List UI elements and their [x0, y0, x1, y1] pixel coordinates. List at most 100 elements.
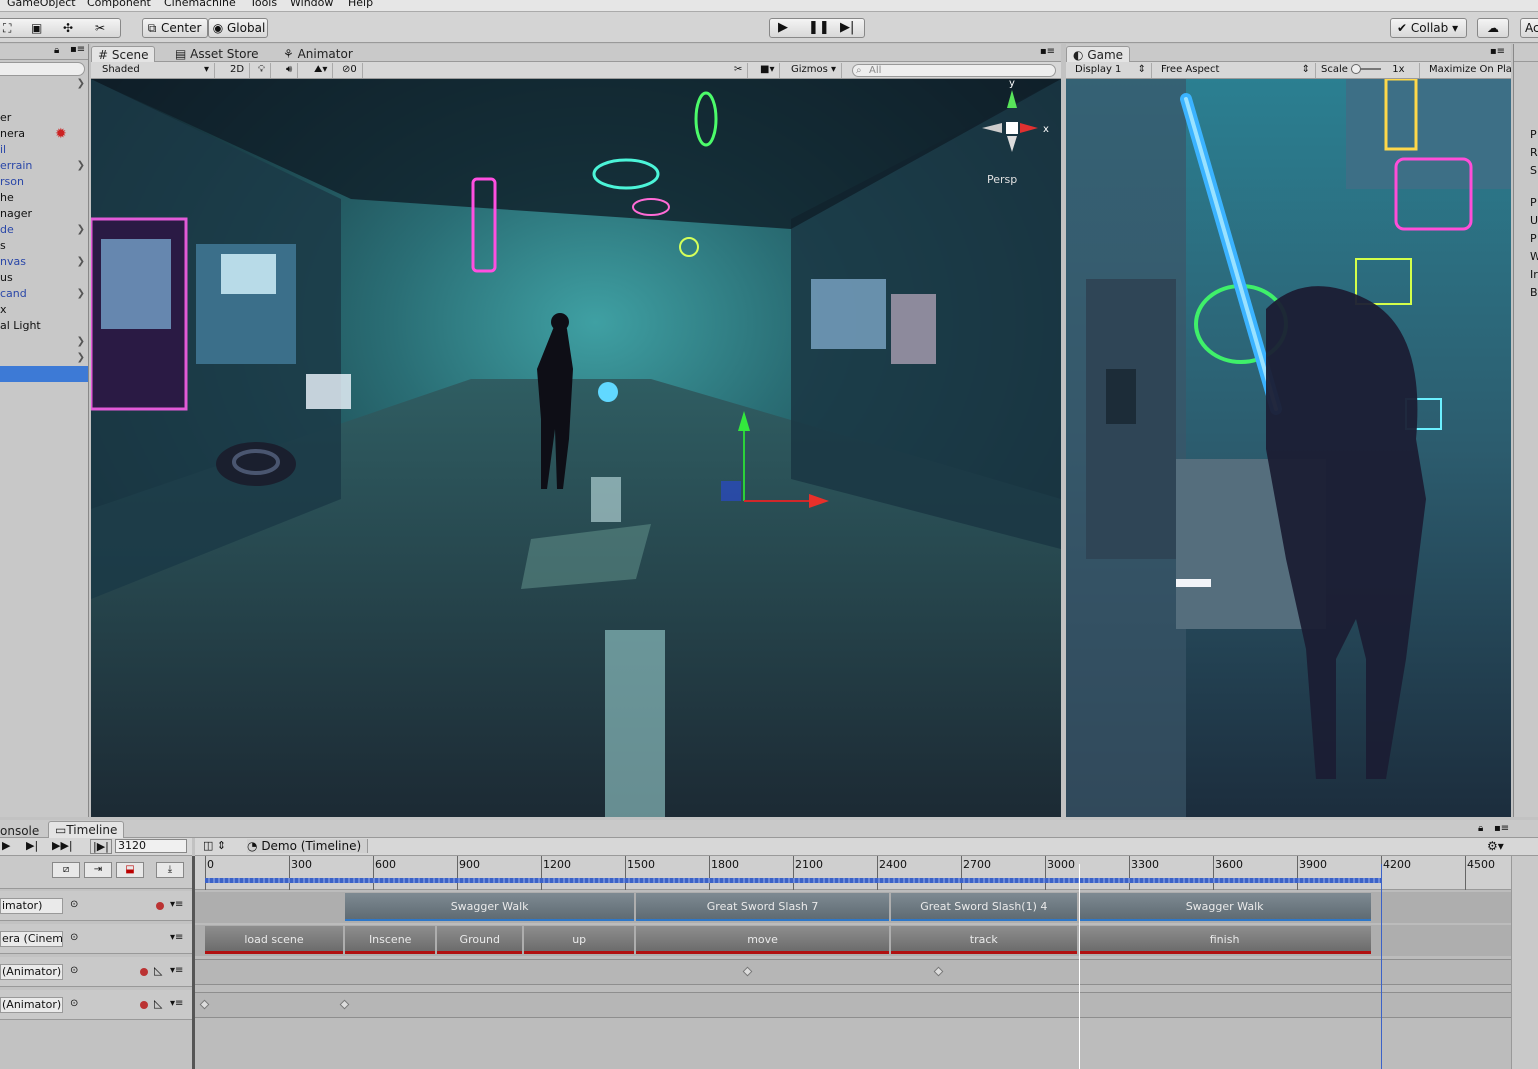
- menu-gameobject[interactable]: GameObject: [7, 0, 76, 9]
- cinemachine-shot-clip[interactable]: finish: [1078, 926, 1371, 954]
- rect-tool-icon[interactable]: ▣: [31, 19, 42, 37]
- menu-window[interactable]: Window: [290, 0, 333, 9]
- chevron-right-icon[interactable]: ❯: [77, 222, 85, 238]
- hierarchy-item[interactable]: cand ❯: [0, 286, 88, 302]
- hierarchy-item[interactable]: nager: [0, 206, 88, 222]
- record-icon[interactable]: [156, 902, 164, 910]
- track-header-cinemachine[interactable]: era (Cinem ⊙ ▾≡: [0, 924, 192, 954]
- animation-clip[interactable]: Great Sword Slash 7: [636, 893, 889, 921]
- transform-tool-icon[interactable]: ✣: [63, 19, 73, 37]
- hierarchy-item[interactable]: nera: [0, 126, 88, 142]
- chevron-right-icon[interactable]: ❯: [77, 78, 85, 89]
- snap-button[interactable]: ⤓: [156, 862, 184, 878]
- hierarchy-item[interactable]: de ❯: [0, 222, 88, 238]
- play-range-toggle[interactable]: |▶|: [90, 839, 112, 854]
- persp-label[interactable]: Persp: [987, 173, 1017, 186]
- chevron-right-icon[interactable]: ❯: [77, 158, 85, 174]
- target-icon[interactable]: ⊙: [70, 899, 78, 910]
- timeline-scrollbar[interactable]: [1511, 856, 1538, 1069]
- scale-tool-icon[interactable]: ⛶: [3, 19, 11, 37]
- curves-icon[interactable]: ◺: [154, 997, 162, 1010]
- track-binding-field[interactable]: era (Cinem: [0, 931, 63, 947]
- cinemachine-shot-clip[interactable]: load scene: [205, 926, 343, 954]
- target-icon[interactable]: ⊙: [70, 998, 78, 1009]
- timeline-menu-icon[interactable]: ▪≡: [1494, 823, 1509, 834]
- target-icon[interactable]: ⊙: [70, 965, 78, 976]
- hierarchy-item[interactable]: ❯: [0, 350, 88, 366]
- gizmos-dropdown[interactable]: Gizmos ▾: [786, 63, 843, 78]
- track-binding-field[interactable]: (Animator): [0, 997, 63, 1013]
- cloud-button[interactable]: ☁: [1477, 18, 1509, 38]
- hierarchy-item[interactable]: ❯: [0, 334, 88, 350]
- play-timeline-button[interactable]: ▶: [2, 839, 10, 852]
- maximize-on-play-toggle[interactable]: Maximize On Pla: [1424, 63, 1514, 78]
- scene-view[interactable]: y x Persp: [91, 79, 1061, 817]
- track-menu-icon[interactable]: ▾≡: [170, 899, 183, 910]
- hierarchy-item[interactable]: al Light: [0, 318, 88, 334]
- track-binding-field[interactable]: (Animator): [0, 964, 63, 980]
- mode-2d-toggle[interactable]: 2D: [225, 63, 251, 78]
- chevron-right-icon[interactable]: ❯: [77, 334, 85, 350]
- shading-mode-dropdown[interactable]: Shaded ▾: [97, 63, 215, 78]
- cinemachine-shot-clip[interactable]: move: [636, 926, 889, 954]
- target-icon[interactable]: ⊙: [70, 932, 78, 943]
- record-icon[interactable]: [140, 968, 148, 976]
- menu-tools[interactable]: Tools: [250, 0, 277, 9]
- scene-search-input[interactable]: ⌕ All: [852, 64, 1056, 77]
- record-icon[interactable]: [140, 1001, 148, 1009]
- audio-toggle[interactable]: 🔊︎: [281, 63, 299, 78]
- track-header-animator-3[interactable]: (Animator) ⊙ ◺ ▾≡: [0, 990, 192, 1020]
- game-view[interactable]: [1066, 79, 1511, 817]
- chevron-right-icon[interactable]: ❯: [77, 254, 85, 270]
- add-track-button[interactable]: ⧄: [52, 862, 80, 878]
- time-ruler[interactable]: 0 300 600 900 1200 1500 1800 2100 2400 2700 3000 33…: [195, 856, 1511, 890]
- effects-dropdown[interactable]: ⛰︎▾: [309, 63, 334, 78]
- cinemachine-shot-clip[interactable]: track: [891, 926, 1077, 954]
- scene-tools-icon-btn[interactable]: ✂: [729, 63, 749, 78]
- space-global-toggle[interactable]: ◉ Global: [208, 18, 268, 38]
- asset-selector[interactable]: ◫ ⇕: [203, 839, 226, 852]
- menu-cinemachine[interactable]: Cinemachine: [164, 0, 236, 9]
- scale-slider-thumb[interactable]: [1351, 64, 1362, 74]
- pause-button[interactable]: ❚❚: [808, 19, 830, 37]
- collab-dropdown[interactable]: ✔ Collab ▾: [1390, 18, 1467, 38]
- chevron-right-icon[interactable]: ❯: [77, 350, 85, 366]
- pivot-center-toggle[interactable]: ⧉ Center: [142, 18, 208, 38]
- aspect-dropdown[interactable]: Free Aspect ⇕: [1156, 63, 1316, 78]
- menu-help[interactable]: Help: [348, 0, 373, 9]
- hierarchy-item[interactable]: errain ❯: [0, 158, 88, 174]
- hierarchy-item[interactable]: us: [0, 270, 88, 286]
- timeline-lock-icon[interactable]: 🔒︎: [1478, 823, 1483, 834]
- animation-clip[interactable]: Swagger Walk: [345, 893, 635, 921]
- timeline-content[interactable]: 0 300 600 900 1200 1500 1800 2100 2400 2700 3000 33…: [195, 856, 1511, 1069]
- custom-tool-icon[interactable]: ✂: [95, 19, 105, 37]
- lock-icon[interactable]: 🔒︎: [54, 45, 59, 56]
- hierarchy-item[interactable]: he: [0, 190, 88, 206]
- hierarchy-item[interactable]: nvas ❯: [0, 254, 88, 270]
- hierarchy-item[interactable]: s: [0, 238, 88, 254]
- hierarchy-item[interactable]: er: [0, 110, 88, 126]
- account-button[interactable]: Ac: [1520, 18, 1538, 38]
- cinemachine-shot-clip[interactable]: Inscene: [345, 926, 436, 954]
- record-mode-button[interactable]: ⬓: [116, 862, 144, 878]
- curves-icon[interactable]: ◺: [154, 964, 162, 977]
- animation-clip[interactable]: Swagger Walk: [1078, 893, 1371, 921]
- play-button[interactable]: ▶: [778, 19, 788, 37]
- hierarchy-item[interactable]: il: [0, 142, 88, 158]
- track-menu-icon[interactable]: ▾≡: [170, 965, 183, 976]
- track-header-animator-2[interactable]: (Animator) ⊙ ◺ ▾≡: [0, 957, 192, 987]
- animation-clip[interactable]: Great Sword Slash(1) 4: [891, 893, 1077, 921]
- menu-icon[interactable]: ▪≡: [70, 44, 85, 55]
- hierarchy-item[interactable]: x: [0, 302, 88, 318]
- chevron-right-icon[interactable]: ❯: [77, 286, 85, 302]
- last-frame-button[interactable]: ▶▶|: [52, 839, 73, 852]
- display-dropdown[interactable]: Display 1 ⇕: [1070, 63, 1152, 78]
- tab-timeline[interactable]: ▭Timeline: [48, 821, 125, 839]
- lighting-toggle[interactable]: 💡︎: [253, 63, 271, 78]
- track-menu-icon[interactable]: ▾≡: [170, 932, 183, 943]
- cinemachine-shot-clip[interactable]: Ground: [437, 926, 523, 954]
- cinemachine-shot-clip[interactable]: up: [524, 926, 635, 954]
- timeline-breadcrumb[interactable]: ◔ Demo (Timeline): [247, 839, 369, 853]
- track-binding-field[interactable]: imator): [0, 898, 63, 914]
- end-marker[interactable]: [1381, 864, 1382, 1069]
